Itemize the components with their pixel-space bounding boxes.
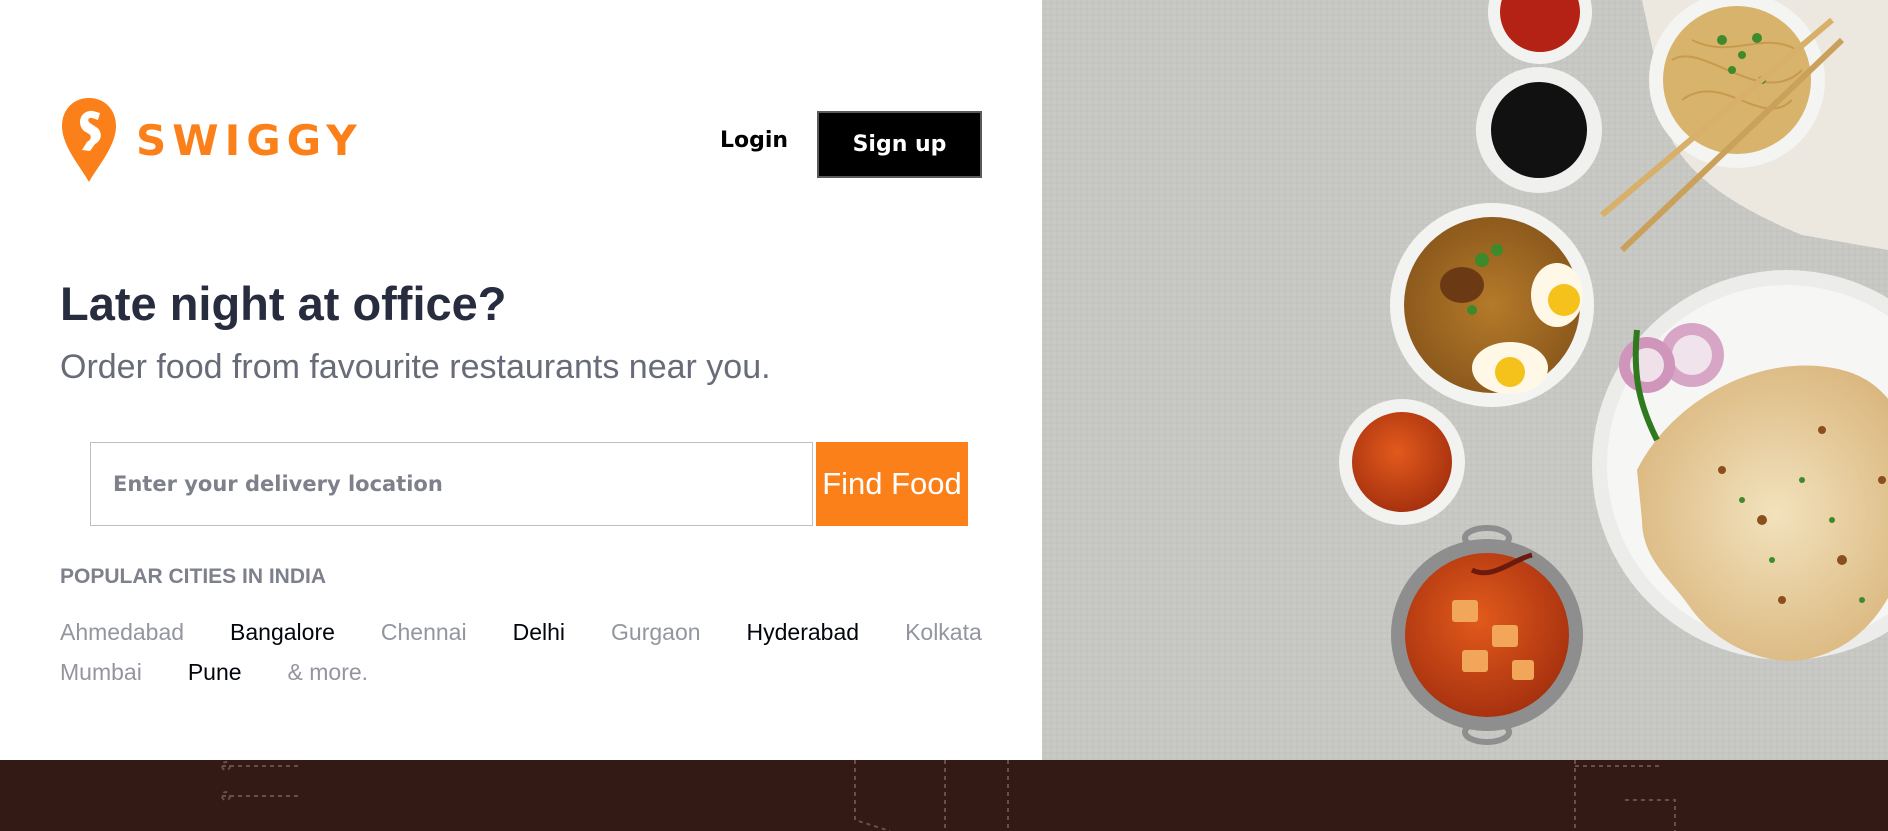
city-link-delhi[interactable]: Delhi: [513, 612, 565, 652]
swiggy-logo-icon: [62, 98, 116, 182]
city-link-mumbai[interactable]: Mumbai: [60, 652, 142, 692]
location-search-box: [90, 442, 813, 526]
swiggy-logo[interactable]: SWIGGY: [60, 96, 363, 184]
popular-cities-title: POPULAR CITIES IN INDIA: [60, 565, 327, 588]
hero-subheadline: Order food from favourite restaurants ne…: [60, 348, 771, 386]
landing-page: SWIGGY Login Sign up Late night at offic…: [0, 0, 1888, 831]
city-link-ahmedabad[interactable]: Ahmedabad: [60, 612, 184, 652]
city-link-pune[interactable]: Pune: [188, 652, 242, 692]
hero-left-panel: SWIGGY Login Sign up Late night at offic…: [0, 0, 1042, 760]
food-image-panel: [1042, 0, 1888, 760]
delivery-location-input[interactable]: [91, 443, 812, 525]
brand-name: SWIGGY: [136, 115, 363, 165]
more-cities-link[interactable]: & more.: [288, 652, 369, 692]
city-link-chennai[interactable]: Chennai: [381, 612, 467, 652]
city-link-bangalore[interactable]: Bangalore: [230, 612, 335, 652]
footer-band: [0, 760, 1888, 831]
city-link-gurgaon[interactable]: Gurgaon: [611, 612, 701, 652]
popular-cities-list: Ahmedabad Bangalore Chennai Delhi Gurgaon Hyd…: [60, 612, 1020, 692]
hero-headline: Late night at office?: [60, 277, 507, 330]
login-link[interactable]: Login: [720, 128, 788, 153]
city-link-kolkata[interactable]: Kolkata: [905, 612, 982, 652]
city-link-hyderabad[interactable]: Hyderabad: [747, 612, 860, 652]
signup-button[interactable]: Sign up: [817, 111, 982, 178]
footer-pattern-decoration: [221, 760, 1676, 831]
food-spread-image: [1042, 0, 1888, 760]
find-food-button[interactable]: Find Food: [816, 442, 968, 526]
